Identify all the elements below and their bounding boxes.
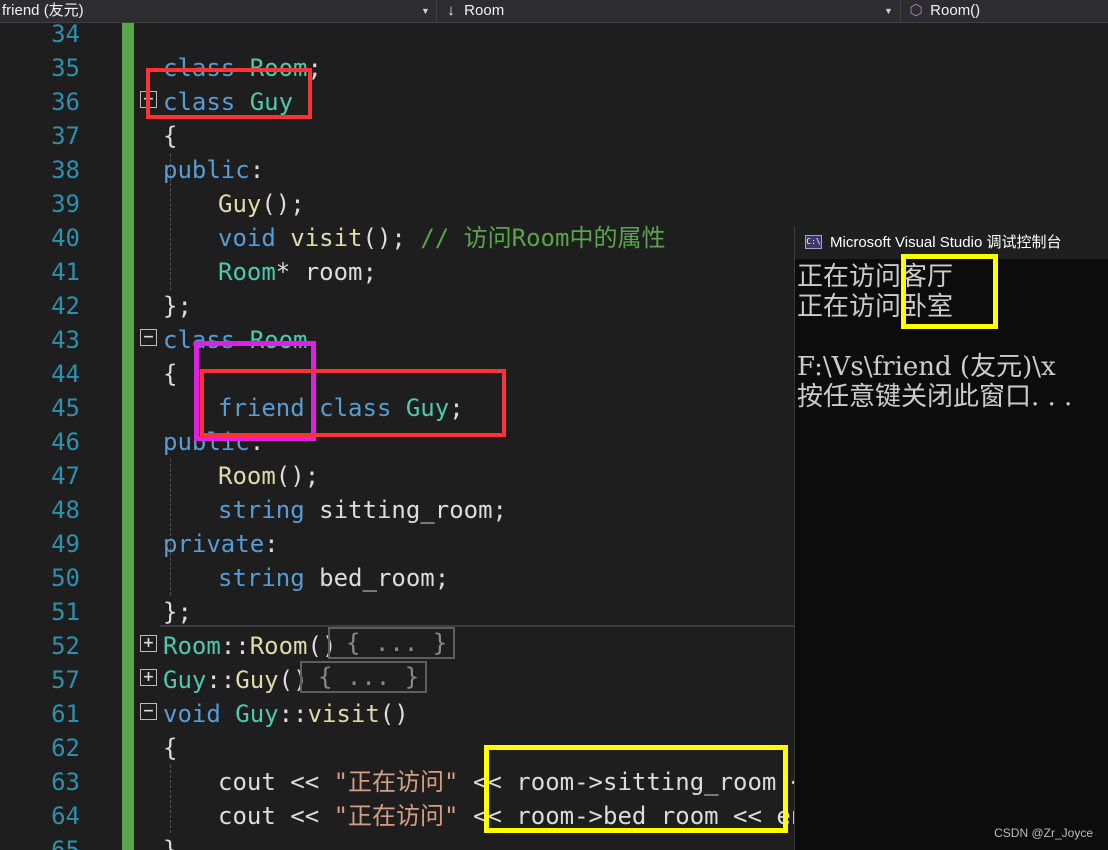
code-line: { bbox=[163, 122, 178, 150]
code-line: }; bbox=[163, 292, 192, 320]
member-dropdown[interactable]: ⬡ Room() bbox=[906, 0, 1106, 22]
collapsed-region[interactable]: { ... } bbox=[328, 627, 455, 659]
line-number: 40 bbox=[51, 224, 80, 252]
line-number: 39 bbox=[51, 190, 80, 218]
line-number: 51 bbox=[51, 598, 80, 626]
change-tracking-bar bbox=[122, 23, 134, 850]
code-line: cout << "正在访问" << room->bed_room << en bbox=[218, 802, 806, 830]
scope-label: friend (友元) bbox=[2, 2, 84, 19]
line-number: 57 bbox=[51, 666, 80, 694]
console-title: Microsoft Visual Studio 调试控制台 bbox=[830, 234, 1062, 251]
code-line: public: bbox=[163, 428, 265, 456]
code-line: class Room; bbox=[163, 54, 322, 82]
line-number: 46 bbox=[51, 428, 80, 456]
line-number: 36 bbox=[51, 88, 80, 116]
fold-toggle-icon[interactable]: − bbox=[140, 329, 157, 346]
line-number: 35 bbox=[51, 54, 80, 82]
collapsed-region[interactable]: { ... } bbox=[300, 661, 427, 693]
code-line: Room(); bbox=[218, 462, 320, 490]
line-number: 37 bbox=[51, 122, 80, 150]
line-number: 44 bbox=[51, 360, 80, 388]
console-app-icon: C:\ bbox=[805, 235, 822, 249]
line-number: 47 bbox=[51, 462, 80, 490]
navigation-bar: friend (友元) ▼ ↓ Room ▼ ⬡ Room() bbox=[0, 0, 1108, 23]
line-number: 64 bbox=[51, 802, 80, 830]
line-number-gutter: 34 35 36 37 38 39 40 41 42 43 44 45 46 4… bbox=[0, 23, 122, 850]
type-label: Room bbox=[464, 2, 505, 19]
member-label: Room() bbox=[930, 2, 981, 19]
code-line: class Guy bbox=[163, 88, 294, 116]
code-line: private: bbox=[163, 530, 279, 558]
code-line: public: bbox=[163, 156, 265, 184]
watermark: CSDN @Zr_Joyce bbox=[994, 826, 1093, 840]
code-line: Room::Room() bbox=[163, 632, 337, 660]
type-dropdown-arrow-icon[interactable]: ▼ bbox=[884, 0, 894, 22]
scope-dropdown[interactable]: friend (友元) bbox=[2, 0, 414, 22]
line-number: 52 bbox=[51, 632, 80, 660]
collapsed-placeholder: { ... } bbox=[318, 663, 420, 691]
console-output-line: 正在访问客厅 bbox=[797, 262, 954, 292]
code-line: { bbox=[163, 734, 178, 762]
code-line: void Guy::visit() bbox=[163, 700, 409, 728]
fold-toggle-icon[interactable]: + bbox=[140, 635, 157, 652]
code-line: string bed_room; bbox=[218, 564, 450, 592]
fold-toggle-icon[interactable]: + bbox=[140, 669, 157, 686]
line-number: 50 bbox=[51, 564, 80, 592]
line-number: 41 bbox=[51, 258, 80, 286]
line-number: 49 bbox=[51, 530, 80, 558]
code-line: cout << "正在访问" << room->sitting_room << bbox=[218, 768, 820, 796]
line-number: 63 bbox=[51, 768, 80, 796]
line-number: 45 bbox=[51, 394, 80, 422]
code-line: Guy::Guy() bbox=[163, 666, 308, 694]
class-cube-icon: ⬡ bbox=[909, 2, 923, 19]
console-titlebar[interactable]: C:\ Microsoft Visual Studio 调试控制台 bbox=[795, 226, 1108, 259]
line-number: 42 bbox=[51, 292, 80, 320]
line-number: 65 bbox=[51, 836, 80, 850]
nav-divider bbox=[900, 0, 901, 22]
line-number: 48 bbox=[51, 496, 80, 524]
line-number: 34 bbox=[51, 23, 80, 48]
nav-divider bbox=[436, 0, 437, 22]
console-output-line: F:\Vs\friend (友元)\x bbox=[797, 352, 1056, 382]
fold-toggle-icon[interactable]: + bbox=[140, 91, 157, 108]
code-line: }; bbox=[163, 598, 192, 626]
code-line: string sitting_room; bbox=[218, 496, 507, 524]
console-output-line: 正在访问卧室 bbox=[797, 292, 954, 322]
fold-toggle-icon[interactable]: − bbox=[140, 703, 157, 720]
indent-guide bbox=[170, 765, 171, 833]
line-number: 43 bbox=[51, 326, 80, 354]
line-number: 61 bbox=[51, 700, 80, 728]
code-line: void visit(); // 访问Room中的属性 bbox=[218, 224, 666, 252]
collapsed-placeholder: { ... } bbox=[346, 629, 448, 657]
code-line: { bbox=[163, 360, 178, 388]
debug-console-window[interactable]: C:\ Microsoft Visual Studio 调试控制台 正在访问客厅… bbox=[794, 226, 1108, 850]
code-line: class Room bbox=[163, 326, 308, 354]
line-number: 38 bbox=[51, 156, 80, 184]
line-number: 62 bbox=[51, 734, 80, 762]
console-output-line: 按任意键关闭此窗口. . . bbox=[797, 382, 1073, 412]
fold-separator bbox=[160, 625, 794, 627]
code-line: Guy(); bbox=[218, 190, 305, 218]
down-arrow-icon: ↓ bbox=[447, 2, 455, 19]
type-dropdown[interactable]: ↓ Room bbox=[442, 0, 872, 22]
code-line: } bbox=[163, 836, 178, 850]
code-line: friend class Guy; bbox=[218, 394, 464, 422]
scope-dropdown-arrow-icon[interactable]: ▼ bbox=[421, 0, 431, 22]
code-line: Room* room; bbox=[218, 258, 377, 286]
